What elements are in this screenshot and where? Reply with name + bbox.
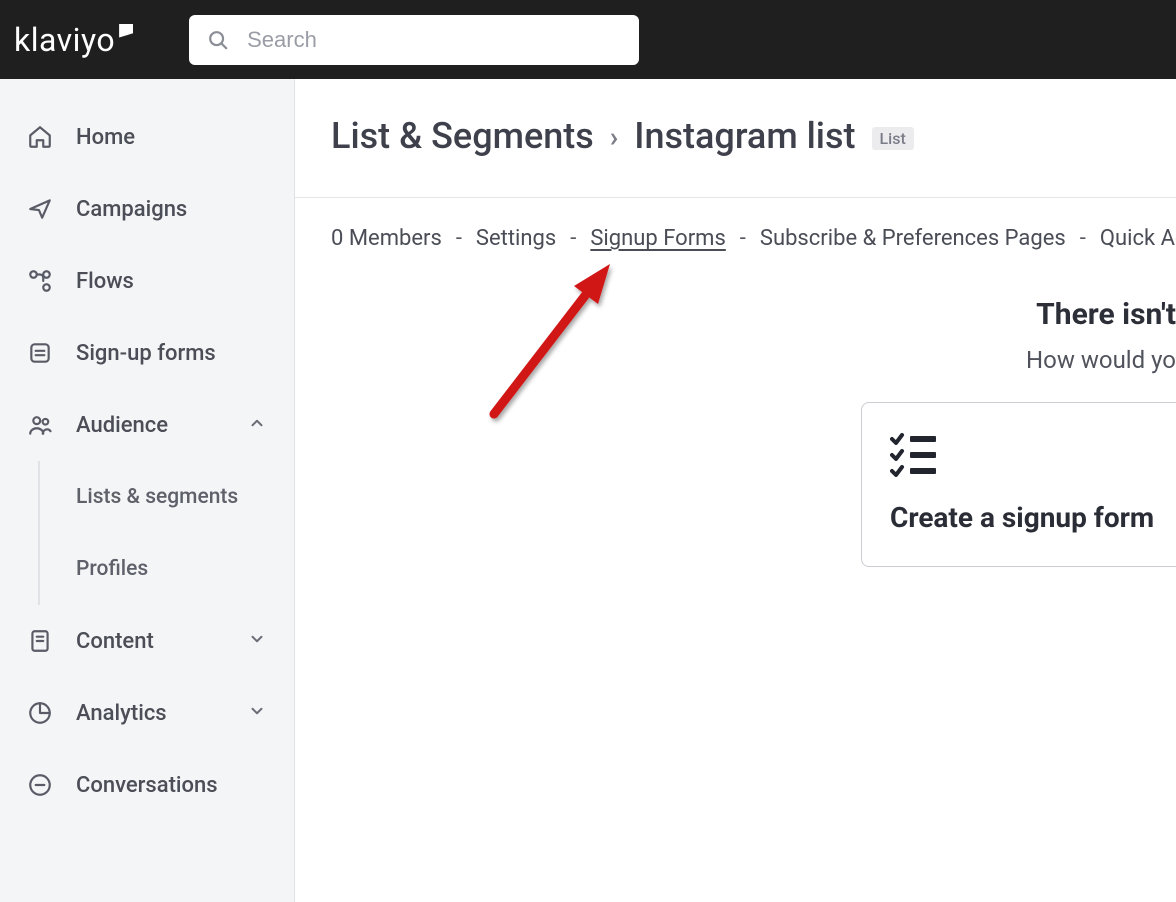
action-cards: Create a signup form Configure [825, 374, 1176, 567]
home-icon [26, 124, 54, 150]
sidebar-item-signup-forms[interactable]: Sign-up forms [0, 317, 294, 389]
sidebar-item-campaigns[interactable]: Campaigns [0, 173, 294, 245]
brand-name: klaviyo [14, 21, 115, 59]
sidebar-item-label: Home [76, 125, 135, 150]
send-icon [26, 196, 54, 222]
sidebar-item-label: Flows [76, 269, 134, 294]
sidebar-subitem-profiles[interactable]: Profiles [40, 533, 294, 605]
search-icon [207, 29, 229, 51]
tabs: 0 Members - Settings - Signup Forms - Su… [295, 198, 1176, 251]
sidebar-subnav-audience: Lists & segments Profiles [38, 461, 294, 605]
sidebar-subitem-label: Lists & segments [76, 485, 238, 509]
tab-members[interactable]: 0 Members [331, 226, 442, 251]
tab-separator: - [1080, 226, 1086, 251]
sidebar-item-label: Audience [76, 413, 168, 438]
breadcrumb: List & Segments › Instagram list List [295, 115, 1176, 157]
flows-icon [26, 268, 54, 294]
sidebar-item-analytics[interactable]: Analytics [0, 677, 294, 749]
sidebar: Home Campaigns Flows Sign-up forms Audie [0, 79, 295, 902]
layout: Home Campaigns Flows Sign-up forms Audie [0, 79, 1176, 902]
breadcrumb-root[interactable]: List & Segments [331, 115, 594, 157]
card-title: Create a signup form [890, 501, 1176, 534]
chevron-right-icon: › [610, 120, 618, 153]
form-icon [26, 340, 54, 366]
audience-icon [26, 412, 54, 438]
sidebar-subitem-label: Profiles [76, 557, 148, 581]
sidebar-item-home[interactable]: Home [0, 101, 294, 173]
search-box[interactable] [189, 15, 639, 65]
tab-separator: - [456, 226, 462, 251]
sidebar-item-conversations[interactable]: Conversations [0, 749, 294, 821]
chevron-down-icon [248, 629, 266, 654]
sidebar-subitem-lists-segments[interactable]: Lists & segments [40, 461, 294, 533]
sidebar-item-label: Content [76, 629, 154, 654]
main-content: List & Segments › Instagram list List 0 … [295, 79, 1176, 902]
tab-settings[interactable]: Settings [476, 226, 556, 251]
card-create-signup-form[interactable]: Create a signup form [861, 402, 1176, 567]
tab-signup-forms[interactable]: Signup Forms [590, 226, 725, 251]
chevron-down-icon [248, 701, 266, 726]
chevron-up-icon [248, 413, 266, 438]
content-icon [26, 628, 54, 654]
conversations-icon [26, 772, 54, 798]
sidebar-item-audience[interactable]: Audience [0, 389, 294, 461]
sidebar-item-flows[interactable]: Flows [0, 245, 294, 317]
sidebar-item-label: Analytics [76, 701, 167, 726]
tab-subscribe-preferences[interactable]: Subscribe & Preferences Pages [760, 226, 1066, 251]
checklist-icon [890, 431, 1176, 479]
tab-separator: - [740, 226, 746, 251]
search-input[interactable] [247, 27, 621, 53]
empty-state-subtext: How would yo [295, 332, 1176, 374]
breadcrumb-current: Instagram list [634, 115, 855, 157]
type-badge: List [872, 127, 914, 150]
sidebar-item-label: Campaigns [76, 197, 187, 222]
sidebar-item-label: Conversations [76, 773, 218, 798]
tab-separator: - [570, 226, 576, 251]
tab-quick-add[interactable]: Quick Add [1100, 226, 1176, 251]
sidebar-item-label: Sign-up forms [76, 341, 216, 366]
analytics-icon [26, 700, 54, 726]
brand-logo[interactable]: klaviyo [14, 21, 133, 59]
empty-state-heading: There isn't [295, 251, 1176, 332]
topbar: klaviyo [0, 0, 1176, 79]
brand-flag-icon [119, 24, 133, 38]
sidebar-item-content[interactable]: Content [0, 605, 294, 677]
